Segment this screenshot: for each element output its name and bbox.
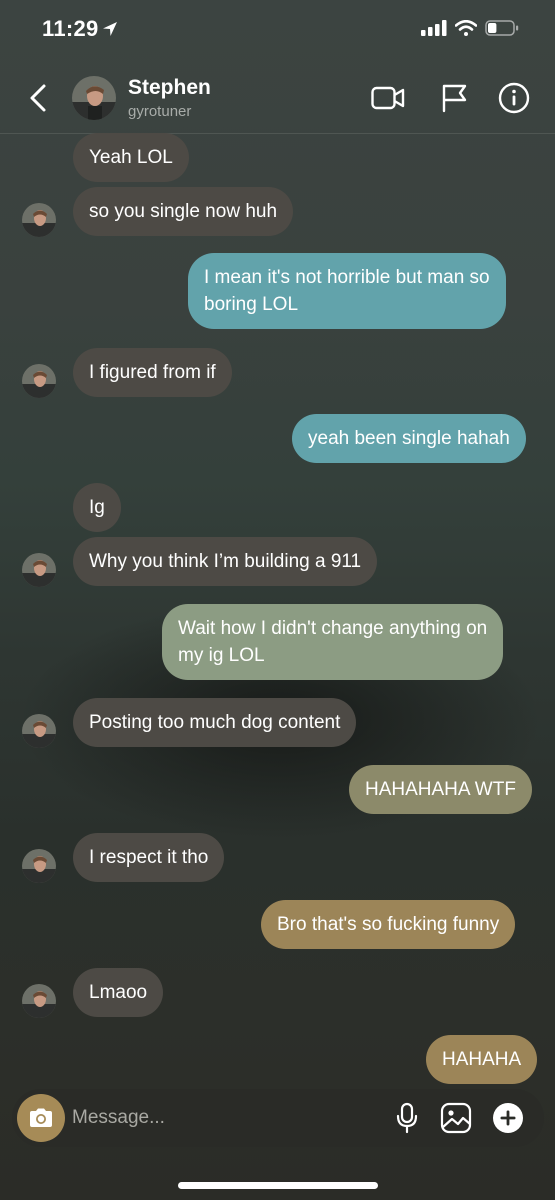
message-sent[interactable]: HAHAHAHA WTF: [349, 765, 532, 814]
message-received[interactable]: Why you think I’m building a 911: [73, 537, 378, 586]
avatar[interactable]: [22, 364, 56, 398]
message-received[interactable]: Lmaoo: [73, 968, 164, 1017]
contact-avatar[interactable]: [72, 76, 116, 120]
chevron-left-icon: [30, 84, 46, 112]
status-time: 11:29: [42, 16, 99, 41]
flag-icon: [442, 84, 467, 113]
microphone-icon: [396, 1102, 418, 1134]
avatar[interactable]: [22, 553, 56, 587]
message-sent[interactable]: Wait how I didn't change anything on my …: [162, 604, 504, 680]
contact-handle: gyrotuner: [128, 103, 192, 120]
info-button[interactable]: [496, 80, 532, 116]
cellular-signal-icon: [421, 20, 447, 41]
message-received[interactable]: Ig: [73, 483, 121, 532]
report-button[interactable]: [436, 80, 472, 116]
message-received[interactable]: I respect it tho: [73, 833, 225, 882]
avatar[interactable]: [22, 203, 56, 237]
gallery-icon: [440, 1102, 472, 1134]
message-composer: [12, 1089, 544, 1147]
avatar[interactable]: [22, 714, 56, 748]
message-received[interactable]: Posting too much dog content: [73, 698, 357, 747]
message-received[interactable]: Yeah LOL: [73, 133, 189, 182]
message-received[interactable]: so you single now huh: [73, 187, 294, 236]
avatar[interactable]: [22, 984, 56, 1018]
message-received[interactable]: I figured from if: [73, 348, 232, 397]
more-actions-button[interactable]: [490, 1100, 526, 1136]
message-sent[interactable]: I mean it's not horrible but man so bori…: [188, 253, 506, 329]
video-call-icon: [371, 86, 405, 110]
location-arrow-icon: [101, 20, 119, 43]
back-button[interactable]: [20, 78, 56, 118]
message-sent[interactable]: Bro that's so fucking funny: [261, 900, 516, 949]
avatar[interactable]: [22, 849, 56, 883]
wifi-icon: [454, 19, 478, 41]
chat-header: Stephen gyrotuner: [0, 60, 555, 134]
info-icon: [498, 82, 530, 114]
battery-icon: [485, 20, 519, 41]
home-indicator: [178, 1182, 378, 1189]
camera-icon: [30, 1108, 52, 1127]
video-call-button[interactable]: [370, 80, 406, 116]
gallery-button[interactable]: [438, 1100, 474, 1136]
contact-name[interactable]: Stephen: [128, 76, 211, 100]
message-sent[interactable]: yeah been single hahah: [292, 414, 526, 463]
camera-button[interactable]: [17, 1094, 65, 1142]
voice-message-button[interactable]: [389, 1100, 425, 1136]
plus-icon: [493, 1103, 523, 1133]
message-input[interactable]: [72, 1101, 372, 1135]
status-bar: 11:29: [0, 0, 555, 60]
message-sent[interactable]: HAHAHA: [426, 1035, 538, 1084]
